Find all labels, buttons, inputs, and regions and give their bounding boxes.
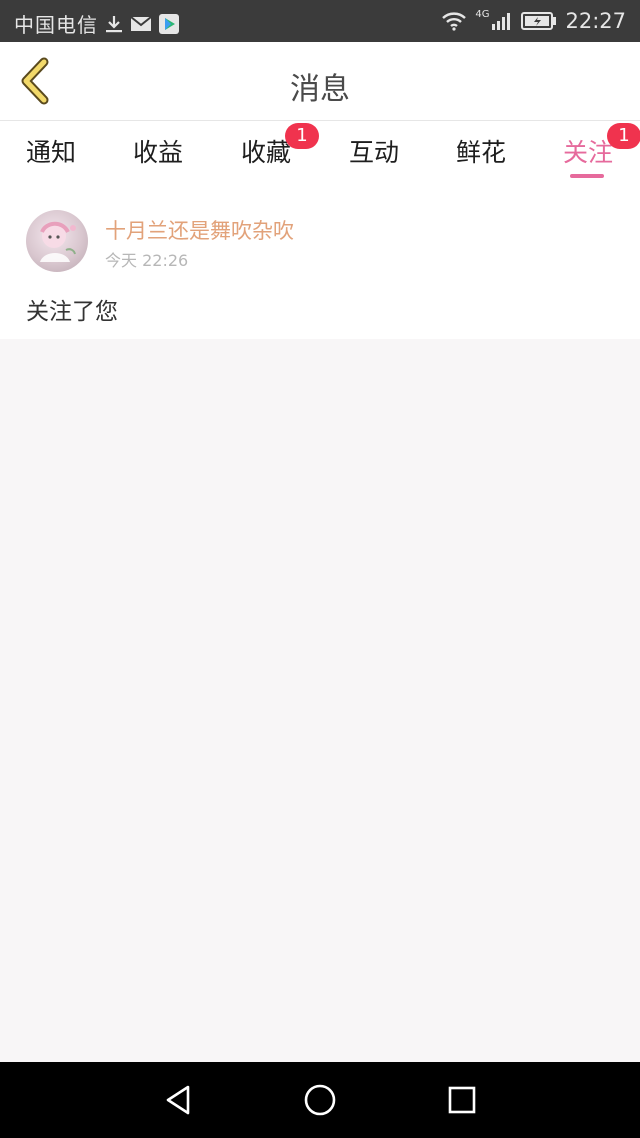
active-tab-indicator — [570, 174, 604, 178]
tab-following[interactable]: 关注 1 — [543, 123, 640, 178]
tab-favorites[interactable]: 收藏 1 — [221, 123, 319, 169]
system-nav-bar — [0, 1062, 640, 1138]
tab-label: 通知 — [25, 138, 76, 167]
avatar[interactable] — [26, 210, 88, 272]
clock: 22:27 — [565, 9, 626, 33]
nav-back-button[interactable] — [158, 1080, 198, 1120]
play-store-icon — [158, 13, 180, 35]
tab-label: 收藏 — [240, 138, 291, 167]
carrier-name: 中国电信 — [14, 13, 98, 37]
tab-label: 互动 — [348, 138, 399, 167]
nav-recents-button[interactable] — [442, 1080, 482, 1120]
message-item[interactable]: 十月兰还是舞吹杂吹 今天 22:26 关注了您 — [0, 181, 640, 339]
recents-square-icon — [448, 1086, 476, 1114]
home-circle-icon — [304, 1084, 336, 1116]
sender-name[interactable]: 十月兰还是舞吹杂吹 — [105, 215, 294, 245]
nav-home-button[interactable] — [300, 1080, 340, 1120]
tab-label: 关注 — [562, 138, 613, 167]
tab-label: 鲜花 — [455, 138, 506, 167]
mail-icon — [130, 15, 152, 33]
tab-flowers[interactable]: 鲜花 — [436, 133, 526, 169]
status-right: 4G 22:27 — [441, 9, 626, 33]
wifi-icon — [441, 11, 467, 31]
tab-notifications[interactable]: 通知 — [6, 133, 96, 169]
tab-interactions[interactable]: 互动 — [329, 133, 419, 169]
tab-earnings[interactable]: 收益 — [113, 133, 203, 169]
avatar-image — [40, 221, 76, 262]
message-time: 今天 22:26 — [105, 251, 189, 270]
network-type: 4G — [475, 9, 490, 20]
message-body: 关注了您 — [26, 299, 118, 325]
status-bar: 中国电信 4G 22:27 — [0, 0, 640, 42]
battery-icon — [521, 12, 557, 30]
header-bar: 消息 — [0, 42, 640, 121]
download-icon — [104, 14, 124, 34]
tab-bar: 通知 收益 收藏 1 互动 鲜花 关注 1 — [0, 121, 640, 181]
unread-badge: 1 — [285, 123, 319, 149]
tab-label: 收益 — [132, 138, 183, 167]
back-triangle-icon — [166, 1085, 190, 1115]
page-title: 消息 — [290, 72, 350, 107]
status-left: 中国电信 — [14, 9, 180, 38]
signal-icon — [491, 11, 513, 31]
unread-badge: 1 — [607, 123, 640, 149]
